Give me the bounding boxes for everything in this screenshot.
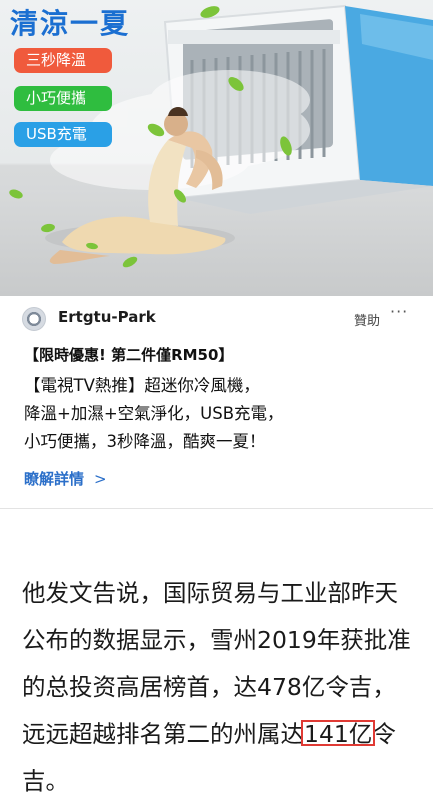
learn-more-label: 瞭解詳情 <box>24 470 85 488</box>
product-scene-illustration <box>9 4 433 268</box>
advertiser-avatar[interactable] <box>22 307 46 331</box>
promo-line: 降溫+加濕+空氣淨化，USB充電， <box>24 404 284 423</box>
ad-headline: 清涼一夏 <box>10 7 131 40</box>
feature-pill-cooling: 三秒降溫 <box>14 48 112 73</box>
more-options-icon[interactable]: ··· <box>390 302 408 321</box>
ad-hero-image[interactable]: 清涼一夏 三秒降溫 小巧便攜 USB充電 <box>0 0 433 296</box>
feature-pill-usb: USB充電 <box>14 122 112 147</box>
promo-line: 小巧便攜，3秒降溫，酷爽一夏！ <box>24 432 266 451</box>
article-line: 吉。 <box>22 767 69 795</box>
article-line: 远远超越排名第二的州属达141亿令 <box>22 711 422 758</box>
chevron-right-icon: > <box>94 470 107 488</box>
promo-title: 【限時優惠! 第二件僅RM50】 <box>24 346 234 364</box>
feature-pill-portable: 小巧便攜 <box>14 86 112 111</box>
advertiser-name[interactable]: Ertgtu-Park <box>58 308 156 326</box>
learn-more-link[interactable]: 瞭解詳情 > <box>24 468 107 489</box>
article-text: 远远超越排名第二的州属达 <box>22 720 304 748</box>
article-line: 公布的数据显示，雪州2019年获批准 <box>22 626 411 654</box>
advertiser-row: Ertgtu-Park 贊助 ··· <box>0 300 433 340</box>
article-line: 他发文告说，国际贸易与工业部昨天 <box>22 579 398 607</box>
promo-description: 【電視TV熱推】超迷你冷風機， 降溫+加濕+空氣淨化，USB充電， 小巧便攜，3… <box>24 372 414 456</box>
sponsored-label: 贊助 <box>354 314 381 329</box>
promo-line: 【電視TV熱推】超迷你冷風機， <box>24 376 260 395</box>
article-line: 的总投资高居榜首，达478亿令吉， <box>22 673 396 701</box>
section-divider <box>0 508 433 509</box>
article-text: 令 <box>372 720 396 748</box>
highlighted-amount: 141亿 <box>304 720 373 748</box>
article-body: 他发文告说，国际贸易与工业部昨天 公布的数据显示，雪州2019年获批准 的总投资… <box>22 570 422 800</box>
